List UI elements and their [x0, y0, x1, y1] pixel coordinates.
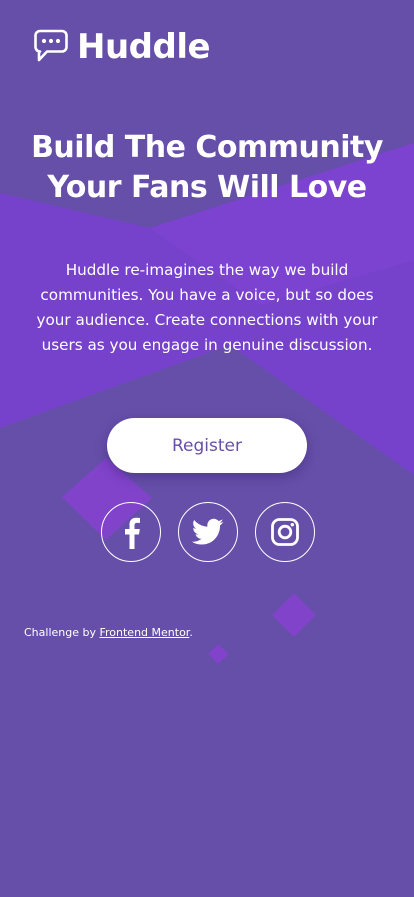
register-button[interactable]: Register	[107, 418, 307, 473]
instagram-icon	[271, 518, 299, 546]
page-title-line-2: Your Fans Will Love	[47, 170, 367, 205]
speech-bubble-dots-icon	[34, 29, 68, 62]
brand-logo[interactable]: Huddle	[33, 27, 211, 67]
page: Huddle Build The Community Your Fans Wil…	[0, 0, 414, 897]
frontend-mentor-link[interactable]: Frontend Mentor	[99, 626, 189, 639]
instagram-link[interactable]	[255, 502, 315, 562]
background-diamond-small	[208, 644, 229, 664]
social-links	[101, 502, 315, 562]
brand-name: Huddle	[77, 27, 211, 67]
facebook-link[interactable]	[101, 502, 161, 562]
background-diamond-medium	[272, 593, 316, 637]
page-title: Build The Community Your Fans Will Love	[14, 128, 400, 208]
page-title-line-1: Build The Community	[31, 130, 383, 165]
twitter-link[interactable]	[178, 502, 238, 562]
hero-description: Huddle re-imagines the way we build comm…	[36, 261, 378, 354]
attribution-prefix: Challenge by	[24, 626, 100, 639]
attribution-suffix: .	[189, 626, 193, 639]
twitter-icon	[192, 518, 224, 545]
facebook-icon	[125, 517, 140, 549]
attribution: Challenge by Frontend Mentor.	[24, 626, 193, 640]
